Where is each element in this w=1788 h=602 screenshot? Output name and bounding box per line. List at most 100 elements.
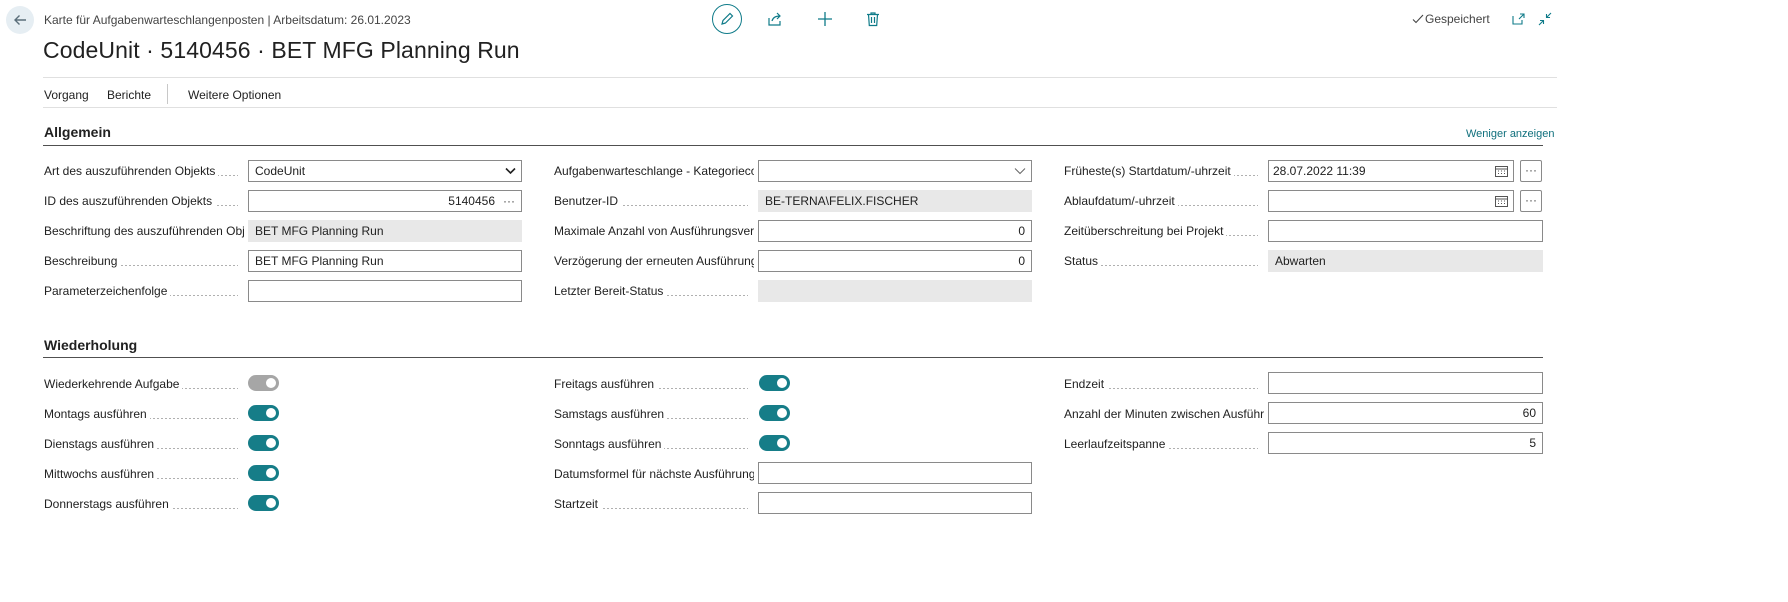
category-code-select[interactable] <box>758 160 1032 182</box>
last-ready-state-field <box>758 280 1032 302</box>
label-description: Beschreibung <box>44 254 244 270</box>
run-monday-toggle[interactable] <box>248 405 279 421</box>
section-divider-wiederholung <box>43 357 1543 358</box>
label-object-id: ID des auszuführenden Objekts <box>44 194 244 210</box>
label-run-wednesday: Mittwochs ausführen <box>44 467 244 483</box>
label-text: Früheste(s) Startdatum/-uhrzeit <box>1064 164 1234 178</box>
share-button[interactable] <box>760 4 790 34</box>
object-type-select[interactable]: CodeUnit <box>248 160 522 182</box>
breadcrumb: Karte für Aufgabenwarteschlangenposten |… <box>44 13 411 27</box>
start-time-input[interactable] <box>758 492 1032 514</box>
description-input[interactable]: BET MFG Planning Run <box>248 250 522 272</box>
label-text: Zeitüberschreitung bei Projekt <box>1064 224 1227 238</box>
saved-status: Gespeichert <box>1412 12 1490 26</box>
arrow-left-icon <box>14 15 26 25</box>
job-timeout-input[interactable] <box>1268 220 1543 242</box>
earliest-start-value: 28.07.2022 11:39 <box>1273 164 1366 178</box>
user-id-field: BE-TERNA\FELIX.FISCHER <box>758 190 1032 212</box>
inactivity-timeout-input[interactable]: 5 <box>1268 432 1543 454</box>
section-title-wiederholung: Wiederholung <box>44 337 138 353</box>
label-run-sunday: Sonntags ausführen <box>554 437 754 453</box>
calendar-icon[interactable] <box>1495 165 1508 177</box>
label-last-ready-state: Letzter Bereit-Status <box>554 284 754 300</box>
run-wednesday-toggle[interactable] <box>248 465 279 481</box>
label-category-code: Aufgabenwarteschlange - Kategoriecode <box>554 164 754 180</box>
checkmark-icon <box>1412 14 1424 24</box>
label-text: Startzeit <box>554 497 602 511</box>
action-weitere-optionen[interactable]: Weitere Optionen <box>188 88 281 102</box>
label-minutes-between-runs: Anzahl der Minuten zwischen Ausführungen <box>1064 407 1264 423</box>
label-expiration: Ablaufdatum/-uhrzeit <box>1064 194 1264 210</box>
label-text: Mittwochs ausführen <box>44 467 158 481</box>
label-run-monday: Montags ausführen <box>44 407 244 423</box>
page-title: CodeUnit · 5140456 · BET MFG Planning Ru… <box>43 37 520 63</box>
section-divider-allgemein <box>43 145 1543 146</box>
object-id-input[interactable]: 5140456 ··· <box>248 190 522 212</box>
label-text: Wiederkehrende Aufgabe <box>44 377 183 391</box>
section-title-allgemein: Allgemein <box>44 124 111 140</box>
expiration-assist-button[interactable]: ··· <box>1520 190 1542 212</box>
run-tuesday-toggle[interactable] <box>248 435 279 451</box>
status-field: Abwarten <box>1268 250 1543 272</box>
object-type-value: CodeUnit <box>255 164 306 178</box>
label-run-saturday: Samstags ausführen <box>554 407 754 423</box>
label-text: Beschreibung <box>44 254 121 268</box>
label-inactivity-timeout: Leerlaufzeitspanne <box>1064 437 1264 453</box>
label-text: Maximale Anzahl von Ausführungsversuchen <box>554 224 754 238</box>
end-time-input[interactable] <box>1268 372 1543 394</box>
label-text: Verzögerung der erneuten Ausführung (Sek… <box>554 254 754 268</box>
collapse-icon <box>1538 12 1552 26</box>
action-bar-divider <box>43 107 1557 108</box>
new-button[interactable] <box>810 4 840 34</box>
label-text: Datumsformel für nächste Ausführung <box>554 467 754 481</box>
show-less-link[interactable]: Weniger anzeigen <box>1466 128 1554 140</box>
action-berichte[interactable]: Berichte <box>107 88 151 102</box>
label-job-timeout: Zeitüberschreitung bei Projekt <box>1064 224 1264 240</box>
label-rerun-delay: Verzögerung der erneuten Ausführung (Sek… <box>554 254 754 270</box>
label-text: Leerlaufzeitspanne <box>1064 437 1169 451</box>
label-object-type: Art des auszuführenden Objekts <box>44 164 244 180</box>
label-text: Benutzer-ID <box>554 194 622 208</box>
label-object-caption: Beschriftung des auszuführenden Objekts <box>44 224 244 240</box>
label-text: Status <box>1064 254 1102 268</box>
run-sunday-toggle[interactable] <box>759 435 790 451</box>
lookup-ellipsis-icon[interactable]: ··· <box>503 191 515 211</box>
expiration-input[interactable] <box>1268 190 1514 212</box>
label-text: ID des auszuführenden Objekts <box>44 194 216 208</box>
share-icon <box>768 12 781 26</box>
rerun-delay-input[interactable]: 0 <box>758 250 1032 272</box>
run-friday-toggle[interactable] <box>759 375 790 391</box>
recurring-job-toggle <box>248 375 279 391</box>
back-button[interactable] <box>6 6 34 34</box>
earliest-start-assist-button[interactable]: ··· <box>1520 160 1542 182</box>
label-run-tuesday: Dienstags ausführen <box>44 437 244 453</box>
label-recurring-job: Wiederkehrende Aufgabe <box>44 377 244 393</box>
minutes-between-runs-input[interactable]: 60 <box>1268 402 1543 424</box>
collapse-button[interactable] <box>1530 4 1560 34</box>
label-text: Endzeit <box>1064 377 1108 391</box>
open-in-new-window-icon <box>1512 13 1525 25</box>
label-user-id: Benutzer-ID <box>554 194 754 210</box>
earliest-start-input[interactable]: 28.07.2022 11:39 <box>1268 160 1514 182</box>
label-text: Anzahl der Minuten zwischen Ausführungen <box>1064 407 1264 421</box>
chevron-down-icon <box>1014 168 1026 175</box>
label-text: Freitags ausführen <box>554 377 658 391</box>
run-thursday-toggle[interactable] <box>248 495 279 511</box>
next-run-date-formula-input[interactable] <box>758 462 1032 484</box>
label-text: Samstags ausführen <box>554 407 668 421</box>
edit-button[interactable] <box>712 4 742 34</box>
label-earliest-start: Früheste(s) Startdatum/-uhrzeit <box>1064 164 1264 180</box>
label-text: Letzter Bereit-Status <box>554 284 667 298</box>
action-vorgang[interactable]: Vorgang <box>44 88 89 102</box>
label-next-run-date-formula: Datumsformel für nächste Ausführung <box>554 467 754 483</box>
action-separator <box>167 84 168 104</box>
label-text: Parameterzeichenfolge <box>44 284 171 298</box>
label-status: Status <box>1064 254 1264 270</box>
calendar-icon[interactable] <box>1495 195 1508 207</box>
parameter-string-input[interactable] <box>248 280 522 302</box>
run-saturday-toggle[interactable] <box>759 405 790 421</box>
object-id-value: 5140456 <box>448 194 495 208</box>
max-attempts-input[interactable]: 0 <box>758 220 1032 242</box>
delete-button[interactable] <box>858 4 888 34</box>
edit-icon <box>721 12 734 25</box>
